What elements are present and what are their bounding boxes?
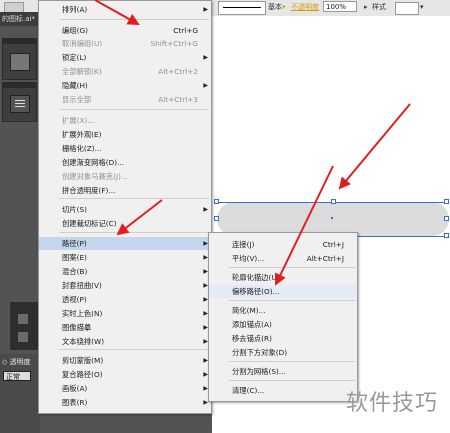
arrow-to-path-item (116, 199, 163, 236)
arrow-to-object-menu (94, 0, 140, 25)
arrow-to-shape (338, 103, 411, 190)
annotation-arrows (94, 0, 411, 286)
arrow-to-offset-path (274, 165, 334, 286)
